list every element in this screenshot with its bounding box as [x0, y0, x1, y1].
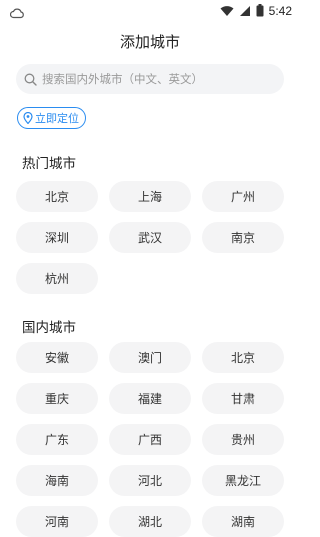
province-chip[interactable]: 湖北 — [109, 506, 191, 537]
province-chip[interactable]: 河北 — [109, 465, 191, 496]
province-chip[interactable]: 广西 — [109, 424, 191, 455]
hot-city-chip[interactable]: 深圳 — [16, 222, 98, 253]
search-input[interactable] — [42, 72, 272, 86]
province-chip[interactable]: 安徽 — [16, 342, 98, 373]
province-chip[interactable]: 北京 — [202, 342, 284, 373]
domestic-cities-heading: 国内城市 — [22, 320, 76, 336]
province-chip[interactable]: 重庆 — [16, 383, 98, 414]
province-chip[interactable]: 澳门 — [109, 342, 191, 373]
search-icon — [24, 72, 38, 86]
hot-city-chip[interactable]: 北京 — [16, 181, 98, 212]
hot-city-chip[interactable]: 南京 — [202, 222, 284, 253]
search-bar[interactable] — [16, 64, 284, 94]
locate-label: 立即定位 — [35, 112, 79, 125]
hot-cities-heading: 热门城市 — [22, 156, 76, 172]
hot-city-chip[interactable]: 杭州 — [16, 263, 98, 294]
status-bar: 5:42 — [0, 0, 300, 22]
province-chip[interactable]: 甘肃 — [202, 383, 284, 414]
province-chip[interactable]: 湖南 — [202, 506, 284, 537]
hot-city-chip[interactable]: 上海 — [109, 181, 191, 212]
province-chip[interactable]: 贵州 — [202, 424, 284, 455]
wifi-icon — [220, 2, 234, 21]
page-title: 添加城市 — [119, 33, 180, 51]
province-chip[interactable]: 福建 — [109, 383, 191, 414]
province-chip[interactable]: 海南 — [16, 465, 98, 496]
province-chip[interactable]: 河南 — [16, 506, 98, 537]
clock: 5:42 — [268, 4, 292, 18]
domestic-cities-grid: 安徽 澳门 北京 重庆 福建 甘肃 广东 广西 贵州 海南 河北 黑龙江 河南 … — [16, 342, 284, 537]
signal-icon — [239, 2, 251, 21]
hot-cities-grid: 北京 上海 广州 深圳 武汉 南京 杭州 — [16, 181, 284, 294]
locate-button[interactable]: 立即定位 — [17, 107, 86, 129]
cloud-icon — [9, 4, 24, 19]
battery-icon — [256, 2, 264, 21]
hot-city-chip[interactable]: 广州 — [202, 181, 284, 212]
province-chip[interactable]: 黑龙江 — [202, 465, 284, 496]
location-pin-icon — [23, 112, 33, 124]
province-chip[interactable]: 广东 — [16, 424, 98, 455]
hot-city-chip[interactable]: 武汉 — [109, 222, 191, 253]
